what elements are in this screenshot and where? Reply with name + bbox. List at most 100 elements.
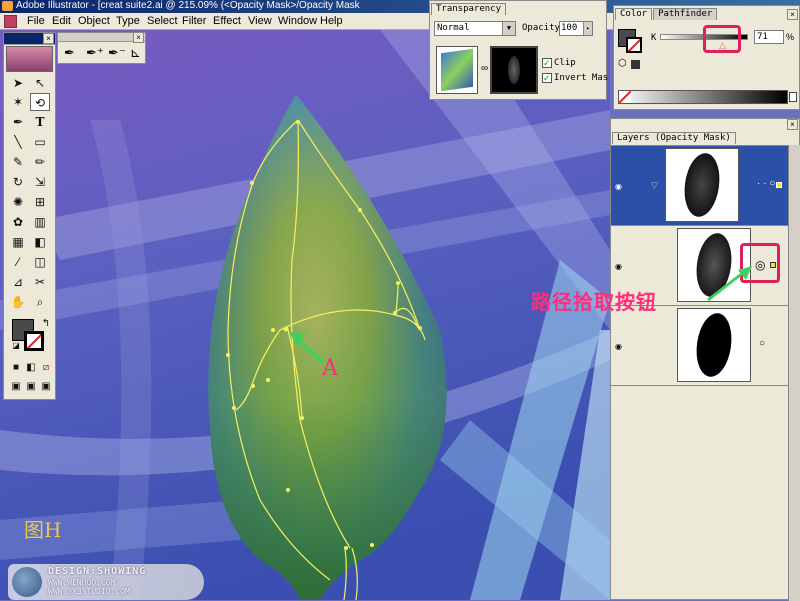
layer-thumbnail-3 <box>677 308 751 382</box>
rotate-tool-icon[interactable]: ↻ <box>8 173 28 191</box>
gradient-tool-icon[interactable]: ◧ <box>30 233 50 251</box>
layer-row-3[interactable]: ◉ ○ <box>611 306 788 386</box>
artwork <box>0 30 610 600</box>
mesh-tool-icon[interactable]: ▦ <box>8 233 28 251</box>
color-stroke-swatch[interactable] <box>626 37 642 53</box>
delete-anchor-point-tool-icon[interactable]: ✒⁻ <box>108 45 126 61</box>
line-tool-icon[interactable]: ╲ <box>8 133 28 151</box>
figure-label: 图H <box>24 518 62 542</box>
eyedropper-tool-icon[interactable]: ⁄ <box>8 253 28 271</box>
mask-link-icon[interactable]: ∞ <box>481 63 488 74</box>
opacity-input[interactable]: 100 ▸ <box>559 21 593 36</box>
selection-square-icon[interactable] <box>776 182 782 188</box>
convert-anchor-point-tool-icon[interactable]: ⊾ <box>130 45 141 61</box>
warp-tool-icon[interactable]: ✺ <box>8 193 28 211</box>
layers-scrollbar[interactable] <box>788 145 800 601</box>
illustrator-app-icon <box>2 1 13 11</box>
rectangle-tool-icon[interactable]: ▭ <box>30 133 50 151</box>
blend-mode-value: Normal <box>437 23 470 33</box>
menu-window[interactable]: Window <box>278 13 317 29</box>
pen-tool-icon[interactable]: ✒ <box>64 45 75 61</box>
visibility-eye-icon[interactable]: ◉ <box>615 182 622 191</box>
visibility-eye-icon[interactable]: ◉ <box>615 262 622 271</box>
blend-mode-select[interactable]: Normal ▼ <box>434 21 516 36</box>
mask-thumbnail[interactable] <box>490 46 538 94</box>
watermark-line2: WWW.WENHOO.COM <box>48 578 116 587</box>
menu-effect[interactable]: Effect <box>213 13 241 29</box>
layer-row-1[interactable]: ◉ ▽ · · ○ <box>611 146 788 226</box>
hand-tool-icon[interactable]: ✋ <box>8 293 28 311</box>
layer-thumbnail-1 <box>665 148 739 222</box>
tab-transparency[interactable]: Transparency <box>431 3 507 15</box>
transparency-panel: Transparency Normal ▼ Opacity: 100 ▸ ∞ ✓… <box>429 0 608 100</box>
none-swatch-icon[interactable] <box>619 91 631 103</box>
paintbrush-tool-icon[interactable]: ✎ <box>8 153 28 171</box>
pencil-tool-icon[interactable]: ✏ <box>30 153 50 171</box>
web-safe-swatch-icon[interactable] <box>631 60 640 69</box>
free-transform-tool-icon[interactable]: ⊞ <box>30 193 50 211</box>
expand-triangle-icon[interactable]: ▽ <box>651 180 658 191</box>
stroke-color-swatch[interactable] <box>24 331 44 351</box>
document-icon[interactable] <box>4 15 17 28</box>
annotation-a: A <box>322 356 338 381</box>
invert-mask-checkbox[interactable]: ✓ <box>542 73 552 83</box>
toolbox-close-icon[interactable]: × <box>43 33 54 44</box>
direct-selection-tool-icon[interactable]: ↖ <box>30 74 50 92</box>
menu-select[interactable]: Select <box>147 13 178 29</box>
add-anchor-point-tool-icon[interactable]: ✒⁺ <box>86 45 104 61</box>
menu-view[interactable]: View <box>248 13 272 29</box>
path-picker-label: 路径拾取按钮 <box>531 290 657 314</box>
artwork-thumbnail[interactable] <box>436 46 478 94</box>
color-panel: Color Pathfinder × K △ 71 % ⬡ <box>613 5 800 110</box>
none-mode-icon[interactable]: ⧄ <box>36 359 56 377</box>
window-title: Adobe Illustrator - [creat suite2.ai @ 2… <box>16 0 360 11</box>
menu-filter[interactable]: Filter <box>182 13 206 29</box>
graph-tool-icon[interactable]: ▥ <box>30 213 50 231</box>
menu-edit[interactable]: Edit <box>52 13 71 29</box>
color-panel-close-icon[interactable]: × <box>787 9 798 20</box>
pen-flyout-close-icon[interactable]: × <box>133 32 144 43</box>
selection-tool-icon[interactable]: ➤ <box>8 74 28 92</box>
default-colors-icon[interactable]: ◪ <box>6 337 26 355</box>
scale-tool-icon[interactable]: ⇲ <box>30 173 50 191</box>
menu-type[interactable]: Type <box>116 13 140 29</box>
k-value-input[interactable]: 71 <box>754 30 784 44</box>
k-slider-highlight <box>703 25 741 53</box>
swap-colors-icon[interactable]: ↰ <box>36 315 56 333</box>
panel-resize-icon[interactable] <box>789 92 797 102</box>
menu-file[interactable]: File <box>27 13 45 29</box>
magic-wand-tool-icon[interactable]: ✶ <box>8 93 28 111</box>
clip-label: Clip <box>554 58 576 68</box>
blend-tool-icon[interactable]: ◫ <box>30 253 50 271</box>
tab-pathfinder[interactable]: Pathfinder <box>653 8 718 20</box>
pen-tool-icon[interactable]: ✒ <box>8 113 28 131</box>
visibility-eye-icon[interactable]: ◉ <box>615 342 622 351</box>
layer-target-circle-icon[interactable]: ○ <box>759 338 765 349</box>
clip-checkbox[interactable]: ✓ <box>542 58 552 68</box>
layers-panel-close-icon[interactable]: × <box>787 119 798 130</box>
menu-help[interactable]: Help <box>320 13 343 29</box>
watermark-line3: WWW.3X3STUDIO.COM <box>48 587 130 596</box>
menu-object[interactable]: Object <box>78 13 110 29</box>
chevron-down-icon: ▼ <box>502 22 515 35</box>
watermark-line1: DESIGN:SHOWING <box>48 566 147 577</box>
watermark-logo-icon <box>12 567 42 597</box>
layer-target-circle-icon[interactable]: · · ○ <box>757 178 775 189</box>
full-screen-mode-icon[interactable]: ▣ <box>36 378 56 396</box>
scissors-tool-icon[interactable]: ✂ <box>30 273 50 291</box>
artboard-canvas[interactable]: A 图H DESIGN:SHOWING WWW.WENHOO.COM WWW.3… <box>0 30 610 600</box>
tab-color[interactable]: Color <box>615 8 653 20</box>
symbol-sprayer-tool-icon[interactable]: ✿ <box>8 213 28 231</box>
out-of-gamut-icon[interactable]: ⬡ <box>618 58 627 69</box>
picker-arrow <box>707 266 752 302</box>
slice-tool-icon[interactable]: ⊿ <box>8 273 28 291</box>
percent-label: % <box>786 32 795 42</box>
color-spectrum-bar[interactable] <box>618 90 788 104</box>
lasso-tool-icon[interactable]: ⟲ <box>30 93 50 111</box>
toolbox-logo-icon <box>6 46 53 72</box>
tab-layers-opacity-mask[interactable]: Layers (Opacity Mask) <box>612 132 736 144</box>
zoom-tool-icon[interactable]: ⌕ <box>30 293 50 311</box>
opacity-stepper-icon[interactable]: ▸ <box>583 22 592 35</box>
type-tool-icon[interactable]: T <box>30 113 50 131</box>
watermark: DESIGN:SHOWING WWW.WENHOO.COM WWW.3X3STU… <box>8 564 204 600</box>
